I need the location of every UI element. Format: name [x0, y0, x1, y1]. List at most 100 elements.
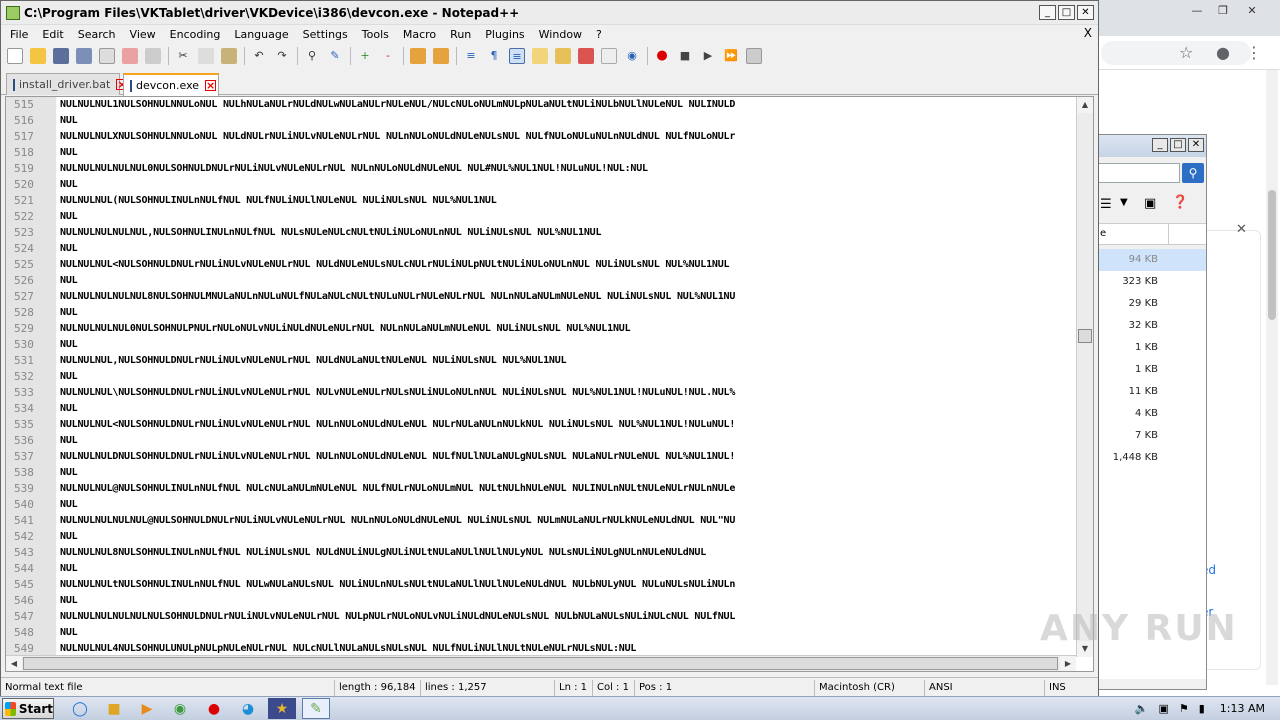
menu-language[interactable]: Language	[227, 28, 295, 41]
print-icon[interactable]	[145, 48, 161, 64]
editor-line[interactable]: 533 NULNULNUL\NULSOHNULDNULrNULiNULvNULeN…	[6, 385, 1076, 401]
editor-line[interactable]: 543 NULNULNUL8NULSOHNULINULnNULfNUL NULiN…	[6, 545, 1076, 561]
editor-line[interactable]: 515 NULNULNUL1NULSOHNULNNULoNUL NULhNULaN…	[6, 97, 1076, 113]
opera-icon[interactable]: ●	[200, 698, 228, 719]
copy-icon[interactable]	[198, 48, 214, 64]
editor-line[interactable]: 525 NULNULNUL<NULSOHNULDNULrNULiNULvNULeN…	[6, 257, 1076, 273]
text-editor[interactable]: 515 NULNULNUL1NULSOHNULNNULoNUL NULhNULaN…	[5, 96, 1094, 672]
save-all-icon[interactable]	[76, 48, 92, 64]
vertical-scrollbar[interactable]: ▲ ▼	[1076, 97, 1093, 657]
editor-line[interactable]: 520 NUL	[6, 177, 1076, 193]
tab-install-driver-bat[interactable]: install_driver.bat ×	[6, 73, 128, 95]
document-list-icon[interactable]	[601, 48, 617, 64]
editor-line[interactable]: 542 NUL	[6, 529, 1076, 545]
preview-pane-icon[interactable]: ▣	[1144, 196, 1156, 211]
run-macro-multiple-icon[interactable]: ⏩	[723, 48, 739, 64]
editor-line[interactable]: 539 NULNULNUL@NULSOHNULINULnNULfNUL NULcN…	[6, 481, 1076, 497]
close-tab-icon[interactable]: ×	[205, 80, 217, 91]
account-icon[interactable]: ●	[1216, 43, 1230, 62]
file-row[interactable]: 1,448 KB	[1098, 447, 1206, 469]
menu-dots-icon[interactable]: ⋮	[1246, 43, 1262, 62]
menu-help[interactable]: ?	[589, 28, 609, 41]
file-row[interactable]: 29 KB	[1098, 293, 1206, 315]
monitoring-icon[interactable]: ◉	[624, 48, 640, 64]
network-icon[interactable]: ▣	[1158, 702, 1168, 715]
views-icon[interactable]: ☰	[1100, 197, 1112, 212]
editor-line[interactable]: 541 NULNULNULNULNUL@NULSOHNULDNULrNULiNUL…	[6, 513, 1076, 529]
file-explorer-icon[interactable]: ■	[100, 698, 128, 719]
editor-line[interactable]: 523 NULNULNULNULNUL,NULSOHNULINULnNULfNUL…	[6, 225, 1076, 241]
close-icon[interactable]: ✕	[1239, 2, 1265, 18]
file-row[interactable]: 7 KB	[1098, 425, 1206, 447]
redo-icon[interactable]: ↷	[274, 48, 290, 64]
editor-line[interactable]: 517 NULNULNULXNULSOHNULNNULoNUL NULdNULrN…	[6, 129, 1076, 145]
browser-scrollbar[interactable]	[1266, 70, 1278, 685]
maximize-icon[interactable]: □	[1058, 5, 1075, 20]
editor-line[interactable]: 531 NULNULNUL,NULSOHNULDNULrNULiNULvNULeN…	[6, 353, 1076, 369]
action-center-icon[interactable]: ⚑	[1179, 702, 1189, 715]
editor-line[interactable]: 530 NUL	[6, 337, 1076, 353]
undo-icon[interactable]: ↶	[251, 48, 267, 64]
scroll-thumb[interactable]	[23, 657, 1058, 670]
new-file-icon[interactable]	[7, 48, 23, 64]
editor-line[interactable]: 524 NUL	[6, 241, 1076, 257]
status-insert-mode[interactable]: INS	[1045, 680, 1085, 696]
save-macro-icon[interactable]	[746, 48, 762, 64]
editor-line[interactable]: 528 NUL	[6, 305, 1076, 321]
search-icon[interactable]: ⚲	[1182, 163, 1204, 183]
editor-line[interactable]: 538 NUL	[6, 465, 1076, 481]
close-icon[interactable]: ✕	[1077, 5, 1094, 20]
menu-file[interactable]: File	[3, 28, 35, 41]
tablet-driver-icon[interactable]: ★	[268, 698, 296, 719]
sync-vertical-icon[interactable]	[410, 48, 426, 64]
word-wrap-icon[interactable]: ≡	[463, 48, 479, 64]
menu-view[interactable]: View	[123, 28, 163, 41]
media-player-icon[interactable]: ▶	[133, 698, 161, 719]
replace-icon[interactable]: ✎	[327, 48, 343, 64]
scroll-left-icon[interactable]: ◀	[6, 656, 22, 671]
stop-macro-icon[interactable]: ■	[677, 48, 693, 64]
help-icon[interactable]: ❓	[1172, 195, 1188, 210]
minimize-icon[interactable]: —	[1184, 2, 1210, 18]
start-button[interactable]: Start	[2, 698, 54, 719]
status-encoding[interactable]: ANSI	[925, 679, 1045, 696]
file-row[interactable]: 1 KB	[1098, 337, 1206, 359]
internet-explorer-icon[interactable]: ◯	[66, 698, 94, 719]
editor-line[interactable]: 519 NULNULNULNULNUL0NULSOHNULDNULrNULiNUL…	[6, 161, 1076, 177]
zoom-in-icon[interactable]: +	[357, 48, 373, 64]
editor-line[interactable]: 529 NULNULNULNUL0NULSOHNULPNULrNULoNULvNU…	[6, 321, 1076, 337]
maximize-icon[interactable]: □	[1170, 138, 1186, 152]
editor-line[interactable]: 518 NUL	[6, 145, 1076, 161]
cut-icon[interactable]: ✂	[175, 48, 191, 64]
show-all-characters-icon[interactable]: ¶	[486, 48, 502, 64]
star-icon[interactable]: ☆	[1179, 43, 1193, 62]
close-all-icon[interactable]	[122, 48, 138, 64]
folder-as-workspace-icon[interactable]	[532, 48, 548, 64]
file-row[interactable]: 1 KB	[1098, 359, 1206, 381]
menu-encoding[interactable]: Encoding	[163, 28, 228, 41]
paste-icon[interactable]	[221, 48, 237, 64]
document-map-icon[interactable]	[555, 48, 571, 64]
editor-line[interactable]: 527 NULNULNULNULNUL8NULSOHNULMNULaNULnNUL…	[6, 289, 1076, 305]
file-row[interactable]: 32 KB	[1098, 315, 1206, 337]
file-row[interactable]: 94 KB	[1098, 249, 1206, 271]
editor-line[interactable]: 537 NULNULNULDNULSOHNULDNULrNULiNULvNULeN…	[6, 449, 1076, 465]
editor-line[interactable]: 547 NULNULNULNULNULNULSOHNULDNULrNULiNULv…	[6, 609, 1076, 625]
editor-line[interactable]: 548 NUL	[6, 625, 1076, 641]
editor-line[interactable]: 544 NUL	[6, 561, 1076, 577]
menu-settings[interactable]: Settings	[296, 28, 355, 41]
close-file-icon[interactable]	[99, 48, 115, 64]
chrome-icon[interactable]: ◉	[166, 698, 194, 719]
editor-line[interactable]: 532 NUL	[6, 369, 1076, 385]
clock[interactable]: 1:13 AM	[1220, 702, 1265, 715]
record-macro-icon[interactable]: ●	[654, 48, 670, 64]
menu-macro[interactable]: Macro	[396, 28, 443, 41]
menu-window[interactable]: Window	[532, 28, 589, 41]
function-list-icon[interactable]	[578, 48, 594, 64]
battery-icon[interactable]: ▮	[1199, 702, 1205, 715]
sync-horizontal-icon[interactable]	[433, 48, 449, 64]
scroll-thumb[interactable]	[1078, 329, 1092, 343]
menu-edit[interactable]: Edit	[35, 28, 70, 41]
editor-line[interactable]: 535 NULNULNUL<NULSOHNULDNULrNULiNULvNULeN…	[6, 417, 1076, 433]
play-macro-icon[interactable]: ▶	[700, 48, 716, 64]
